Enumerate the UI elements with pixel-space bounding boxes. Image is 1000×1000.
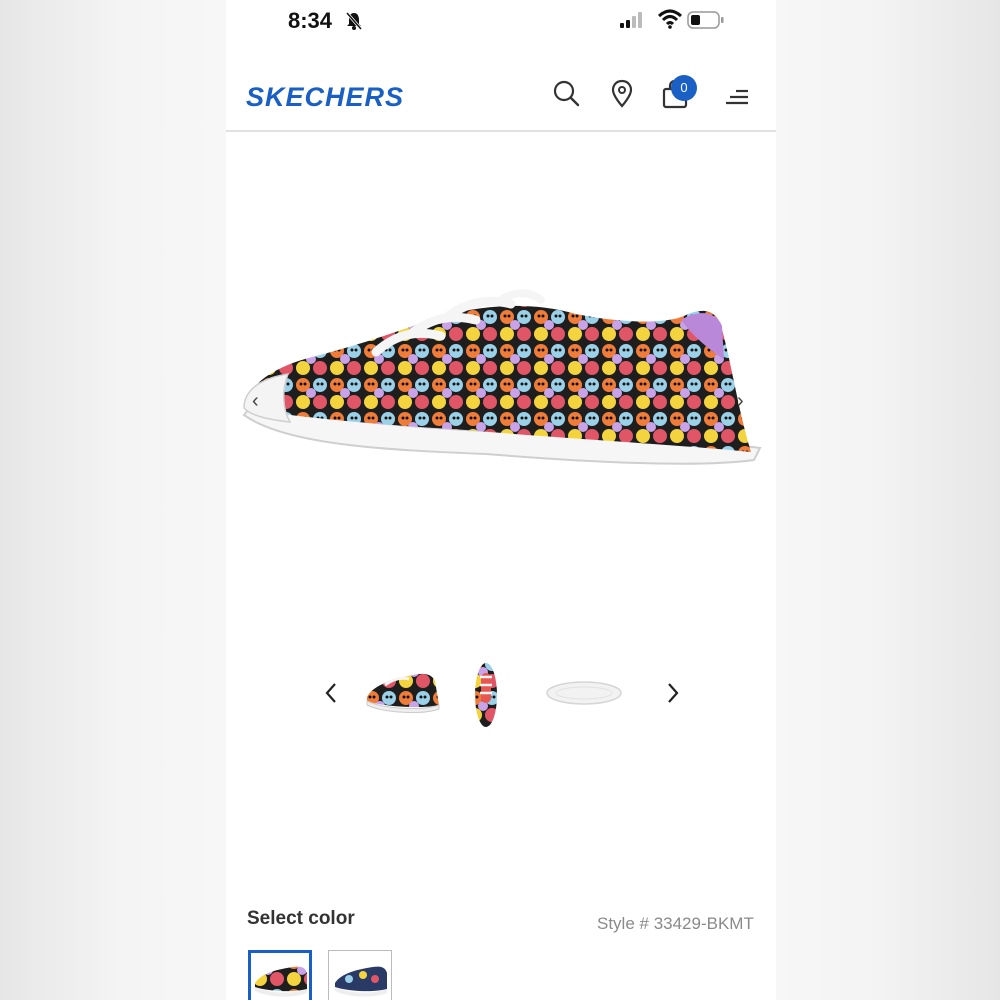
bell-muted-icon xyxy=(344,11,364,36)
color-swatch-navy[interactable] xyxy=(328,950,392,1000)
site-header: SKECHERS 0 xyxy=(226,60,776,132)
style-number: Style # 33429-BKMT xyxy=(597,914,754,933)
status-time: 8:34 xyxy=(288,8,333,33)
main-image-prev-icon[interactable]: ‹ xyxy=(252,390,259,413)
color-swatch-selected[interactable] xyxy=(248,950,312,1000)
chevron-left-icon[interactable] xyxy=(321,678,341,708)
cell-signal-icon xyxy=(619,11,647,34)
skechers-logo[interactable]: SKECHERS xyxy=(246,82,404,113)
battery-icon xyxy=(687,11,725,34)
product-main-image[interactable] xyxy=(226,240,776,510)
cart-count-badge[interactable]: 0 xyxy=(671,75,697,101)
thumbnail-side-view[interactable] xyxy=(363,655,443,735)
search-icon[interactable] xyxy=(551,78,583,110)
menu-icon[interactable] xyxy=(724,78,756,110)
thumbnail-top-view[interactable] xyxy=(466,655,546,735)
thumbnail-carousel xyxy=(226,650,776,740)
store-locator-icon[interactable] xyxy=(606,78,638,110)
wifi-icon xyxy=(657,9,683,34)
main-image-next-icon[interactable]: › xyxy=(737,390,744,413)
chevron-right-icon[interactable] xyxy=(663,678,683,708)
phone-screen: 8:34 SKECHERS 0 ‹ › Select color Style #… xyxy=(226,0,776,1000)
select-color-label: Select color xyxy=(247,908,355,929)
thumbnail-sole-view[interactable] xyxy=(544,655,624,735)
status-bar: 8:34 xyxy=(226,0,776,44)
